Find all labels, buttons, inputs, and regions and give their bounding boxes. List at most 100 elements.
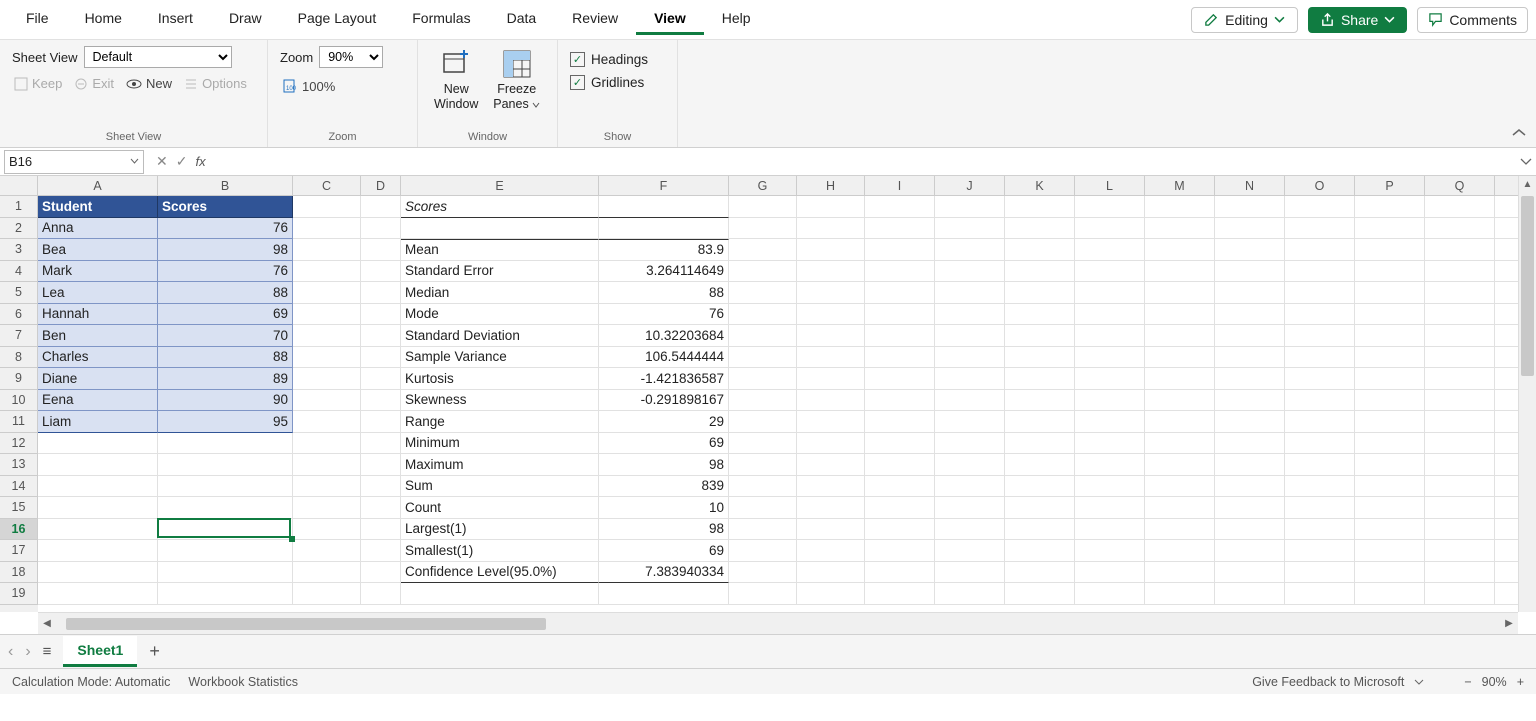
- cell[interactable]: [1355, 411, 1425, 433]
- cell[interactable]: [1285, 519, 1355, 541]
- cell[interactable]: [729, 540, 797, 562]
- cell[interactable]: [1355, 261, 1425, 283]
- cell[interactable]: [797, 218, 865, 240]
- sheet-prev[interactable]: ‹: [8, 643, 13, 661]
- cell[interactable]: 95: [158, 411, 293, 433]
- cell[interactable]: [1005, 390, 1075, 412]
- cell[interactable]: [1215, 368, 1285, 390]
- cell[interactable]: [797, 519, 865, 541]
- cell[interactable]: [1005, 411, 1075, 433]
- cell[interactable]: [1145, 519, 1215, 541]
- cell[interactable]: [1215, 433, 1285, 455]
- cell[interactable]: [935, 562, 1005, 584]
- cell[interactable]: [1355, 476, 1425, 498]
- row-header-5[interactable]: 5: [0, 282, 38, 304]
- cell[interactable]: [729, 476, 797, 498]
- menu-insert[interactable]: Insert: [140, 4, 211, 35]
- cell[interactable]: [1425, 433, 1495, 455]
- fx-label[interactable]: fx: [195, 154, 205, 169]
- cell[interactable]: [1005, 454, 1075, 476]
- cell[interactable]: [1285, 497, 1355, 519]
- cell[interactable]: [729, 196, 797, 218]
- cell[interactable]: Standard Error: [401, 261, 599, 283]
- cell[interactable]: [1005, 476, 1075, 498]
- cell[interactable]: [293, 325, 361, 347]
- cell[interactable]: [361, 497, 401, 519]
- cell[interactable]: [1145, 304, 1215, 326]
- row-header-18[interactable]: 18: [0, 562, 38, 584]
- cell[interactable]: Range: [401, 411, 599, 433]
- cell[interactable]: [1425, 196, 1495, 218]
- cell[interactable]: [865, 583, 935, 605]
- row-header-2[interactable]: 2: [0, 218, 38, 240]
- row-header-1[interactable]: 1: [0, 196, 38, 218]
- scroll-thumb[interactable]: [1521, 196, 1534, 376]
- freeze-panes-button[interactable]: Freeze Panes: [488, 46, 545, 114]
- menu-formulas[interactable]: Formulas: [394, 4, 488, 35]
- cell[interactable]: [293, 540, 361, 562]
- cell[interactable]: 10: [599, 497, 729, 519]
- all-sheets-button[interactable]: ≡: [43, 643, 52, 660]
- cell[interactable]: [1145, 433, 1215, 455]
- cell[interactable]: Sample Variance: [401, 347, 599, 369]
- cell[interactable]: [1425, 411, 1495, 433]
- cell[interactable]: [1355, 196, 1425, 218]
- cell[interactable]: [729, 390, 797, 412]
- cell[interactable]: [361, 476, 401, 498]
- cell[interactable]: [729, 239, 797, 261]
- cell[interactable]: [1075, 261, 1145, 283]
- cell[interactable]: [1005, 562, 1075, 584]
- cell[interactable]: [935, 540, 1005, 562]
- cell[interactable]: [1355, 368, 1425, 390]
- cell[interactable]: [1425, 304, 1495, 326]
- sheetview-new[interactable]: New: [124, 74, 174, 93]
- cell[interactable]: Mark: [38, 261, 158, 283]
- cell[interactable]: [797, 304, 865, 326]
- formula-expand[interactable]: [1516, 154, 1536, 169]
- cell[interactable]: [158, 519, 293, 541]
- row-header-13[interactable]: 13: [0, 454, 38, 476]
- cell[interactable]: [1425, 497, 1495, 519]
- cell[interactable]: [1075, 497, 1145, 519]
- cell[interactable]: Scores: [401, 196, 599, 218]
- cell[interactable]: [1075, 368, 1145, 390]
- cell[interactable]: [293, 583, 361, 605]
- col-header-M[interactable]: M: [1145, 176, 1215, 196]
- cell[interactable]: [935, 261, 1005, 283]
- scroll-left-icon[interactable]: ◀: [38, 618, 56, 629]
- cell[interactable]: [1145, 562, 1215, 584]
- cell[interactable]: [1005, 218, 1075, 240]
- sheet-tab-active[interactable]: Sheet1: [63, 636, 137, 667]
- cell[interactable]: [1425, 454, 1495, 476]
- cell[interactable]: [1285, 196, 1355, 218]
- cell[interactable]: [361, 347, 401, 369]
- cell[interactable]: Bea: [38, 239, 158, 261]
- cell[interactable]: 76: [599, 304, 729, 326]
- cell[interactable]: 70: [158, 325, 293, 347]
- cell[interactable]: [935, 304, 1005, 326]
- cell[interactable]: Ben: [38, 325, 158, 347]
- cell[interactable]: [1355, 239, 1425, 261]
- cell[interactable]: [865, 433, 935, 455]
- menu-home[interactable]: Home: [67, 4, 140, 35]
- cell[interactable]: [729, 583, 797, 605]
- cell[interactable]: [1215, 497, 1285, 519]
- cell[interactable]: Charles: [38, 347, 158, 369]
- row-header-4[interactable]: 4: [0, 261, 38, 283]
- cell[interactable]: [293, 476, 361, 498]
- cell[interactable]: [361, 325, 401, 347]
- cell[interactable]: [401, 218, 599, 240]
- cell[interactable]: Eena: [38, 390, 158, 412]
- cell[interactable]: [158, 476, 293, 498]
- spreadsheet-grid[interactable]: ABCDEFGHIJKLMNOPQR 123456789101112131415…: [0, 176, 1536, 634]
- cell[interactable]: [38, 433, 158, 455]
- cell[interactable]: [1425, 347, 1495, 369]
- cell[interactable]: [1285, 304, 1355, 326]
- cell[interactable]: Mode: [401, 304, 599, 326]
- cell[interactable]: [1075, 347, 1145, 369]
- comments-button[interactable]: Comments: [1417, 7, 1528, 33]
- cell[interactable]: [935, 411, 1005, 433]
- cell[interactable]: [1285, 562, 1355, 584]
- cell[interactable]: [1005, 261, 1075, 283]
- cell[interactable]: [935, 368, 1005, 390]
